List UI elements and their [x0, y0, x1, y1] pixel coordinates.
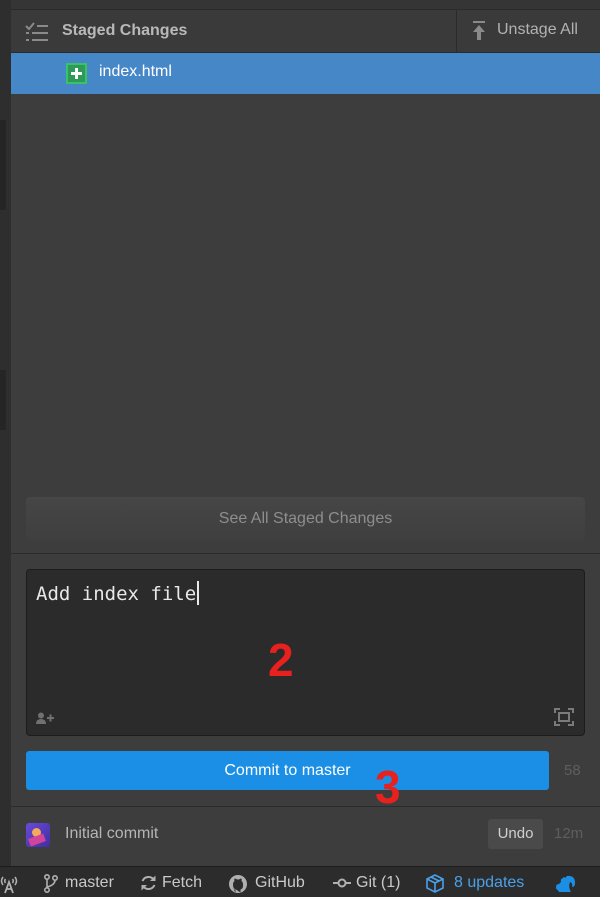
annotation-step-2: 2: [268, 634, 294, 686]
undo-button[interactable]: Undo: [488, 819, 543, 849]
status-bar: master Fetch GitHub Git (1) 8 updates: [0, 866, 600, 897]
commit-button[interactable]: Commit to master: [26, 751, 549, 790]
unstage-all-label: Unstage All: [497, 21, 578, 38]
left-edge-strip: [0, 0, 11, 866]
branch-name: master: [65, 874, 114, 891]
staged-file-name: index.html: [99, 63, 172, 80]
see-all-staged-changes-button[interactable]: See All Staged Changes: [26, 497, 585, 540]
file-added-icon: [66, 63, 87, 84]
git-panel: Staged Changes Unstage All index.html Se…: [11, 0, 600, 866]
github-icon: [229, 875, 247, 893]
panel-top-edge: [11, 0, 600, 10]
remaining-characters-count: 58: [564, 762, 581, 779]
commit-message-value: Add index file: [36, 583, 197, 605]
broadcast-status[interactable]: [0, 873, 20, 894]
annotation-step-3: 3: [375, 761, 401, 813]
updates-link[interactable]: 8 updates: [425, 873, 537, 893]
git-commit-icon: [333, 878, 351, 888]
staged-file-row[interactable]: index.html: [11, 53, 600, 94]
commit-message-editor[interactable]: Add index file: [26, 569, 585, 736]
broadcast-icon: [0, 876, 18, 894]
add-coauthor-icon[interactable]: [36, 712, 54, 724]
unstage-arrow-icon: [473, 21, 485, 40]
text-caret: [197, 581, 200, 605]
git-label: Git (1): [356, 874, 401, 891]
fetch-label: Fetch: [162, 874, 203, 891]
squirrel-status[interactable]: [554, 873, 578, 893]
branch-selector[interactable]: master: [44, 873, 124, 893]
git-branch-icon: [44, 874, 58, 893]
commit-message-text[interactable]: Add index file: [36, 581, 200, 605]
avatar: [26, 823, 50, 847]
last-commit-title: Initial commit: [65, 825, 159, 842]
updates-label: 8 updates: [454, 874, 525, 891]
squirrel-icon: [556, 875, 575, 892]
divider: [11, 553, 600, 554]
package-icon: [426, 874, 444, 893]
staged-changes-icon: [25, 22, 48, 41]
last-commit-row: Initial commit Undo 12m: [11, 807, 600, 859]
staged-changes-title: Staged Changes: [62, 22, 188, 39]
commit-time: 12m: [554, 825, 584, 842]
staged-changes-header: Staged Changes Unstage All: [11, 10, 600, 53]
fetch-button[interactable]: Fetch: [140, 873, 210, 893]
expand-editor-icon[interactable]: [554, 708, 574, 726]
git-panel-toggle[interactable]: Git (1): [333, 873, 413, 893]
left-edge-segment: [0, 370, 6, 430]
github-label: GitHub: [255, 874, 305, 891]
sync-icon: [141, 875, 156, 891]
github-panel-toggle[interactable]: GitHub: [228, 873, 314, 893]
left-edge-segment: [0, 120, 6, 210]
unstage-all-button[interactable]: Unstage All: [456, 10, 600, 52]
